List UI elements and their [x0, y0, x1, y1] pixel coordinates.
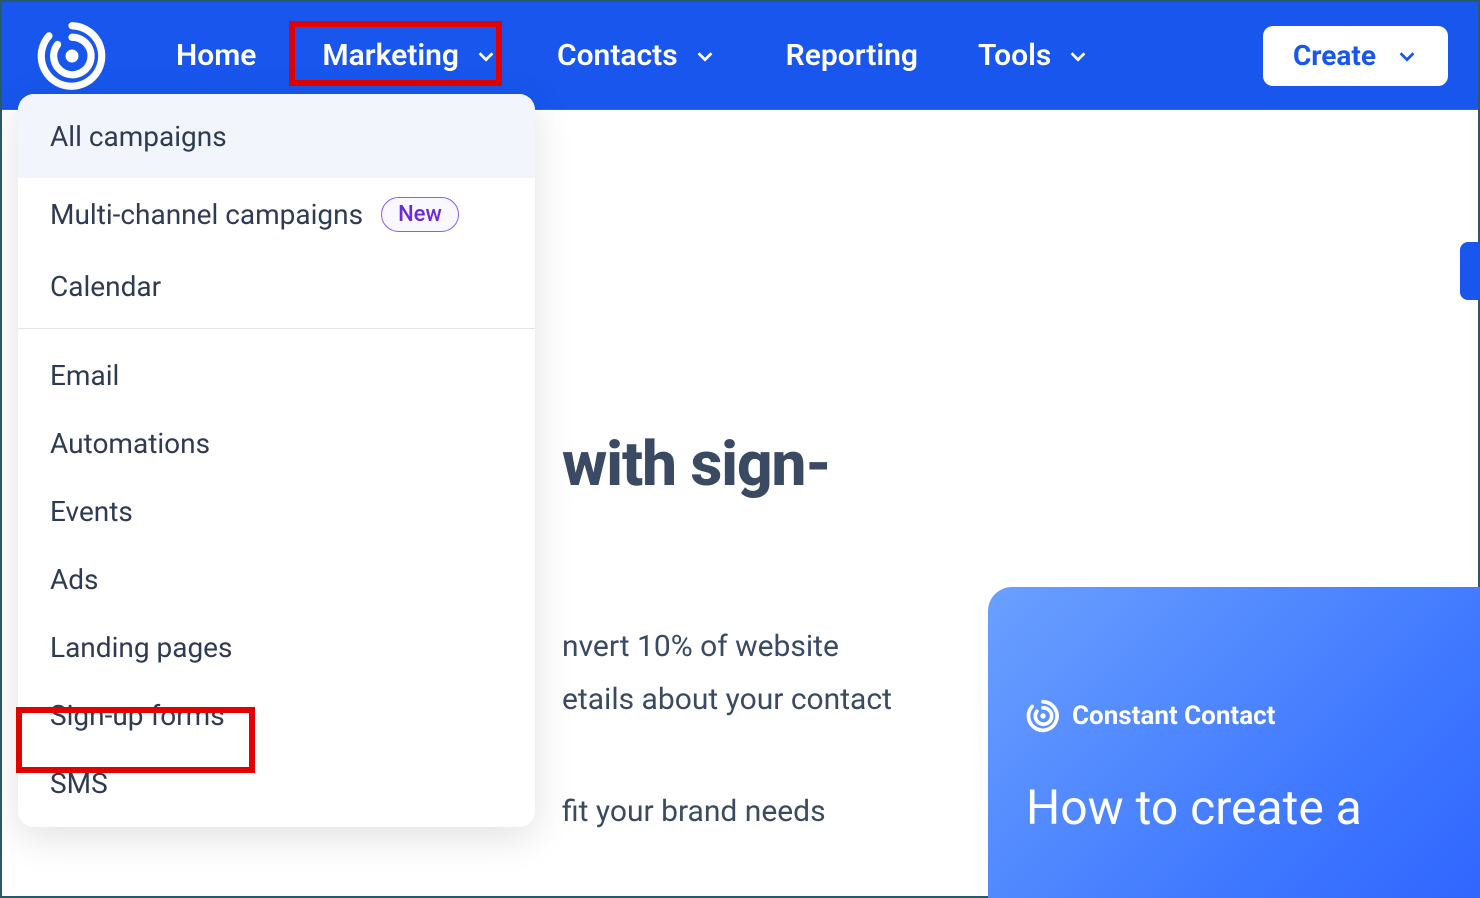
chevron-down-icon: [475, 45, 497, 67]
promo-card[interactable]: Constant Contact How to create a: [988, 587, 1480, 898]
primary-nav: Home Marketing Contacts Reporting Tools: [152, 20, 1119, 91]
dd-calendar[interactable]: Calendar: [18, 250, 535, 322]
promo-title: How to create a: [1026, 779, 1480, 836]
dd-all-campaigns[interactable]: All campaigns: [18, 94, 535, 178]
create-button-label: Create: [1293, 39, 1376, 72]
nav-contacts[interactable]: Contacts: [527, 20, 746, 91]
dropdown-divider: [18, 328, 535, 329]
dd-signup-forms[interactable]: Sign-up forms: [18, 681, 535, 749]
dd-multi-channel[interactable]: Multi-channel campaigns New: [18, 178, 535, 250]
nav-home[interactable]: Home: [152, 20, 280, 91]
dd-events[interactable]: Events: [18, 477, 535, 545]
nav-contacts-label: Contacts: [557, 38, 678, 73]
dd-label: Ads: [50, 563, 99, 596]
chevron-down-icon: [1067, 45, 1089, 67]
dd-automations[interactable]: Automations: [18, 409, 535, 477]
nav-marketing[interactable]: Marketing: [292, 20, 527, 91]
dd-label: Multi-channel campaigns: [50, 198, 363, 231]
dd-label: Calendar: [50, 270, 161, 303]
dd-label: Automations: [50, 427, 210, 460]
dd-label: All campaigns: [50, 120, 227, 153]
dd-label: Events: [50, 495, 133, 528]
brand-logo[interactable]: [30, 20, 114, 92]
page-heading-fragment: with sign-: [562, 428, 1478, 501]
brand-icon: [1026, 699, 1060, 733]
marketing-dropdown: All campaigns Multi-channel campaigns Ne…: [18, 94, 535, 827]
nav-tools-label: Tools: [978, 38, 1051, 73]
dd-email[interactable]: Email: [18, 341, 535, 409]
dd-label: Email: [50, 359, 119, 392]
chevron-down-icon: [1396, 45, 1418, 67]
dd-ads[interactable]: Ads: [18, 545, 535, 613]
nav-marketing-label: Marketing: [322, 38, 459, 73]
chevron-down-icon: [694, 45, 716, 67]
dd-label: Sign-up forms: [50, 699, 225, 732]
side-tab[interactable]: [1460, 242, 1480, 300]
create-button[interactable]: Create: [1263, 26, 1448, 86]
nav-reporting[interactable]: Reporting: [756, 20, 948, 91]
nav-tools[interactable]: Tools: [948, 20, 1119, 91]
promo-brand-label: Constant Contact: [1072, 701, 1275, 731]
promo-brand: Constant Contact: [1026, 699, 1480, 733]
dd-label: Landing pages: [50, 631, 232, 664]
dd-landing-pages[interactable]: Landing pages: [18, 613, 535, 681]
new-badge: New: [381, 197, 459, 232]
dd-sms[interactable]: SMS: [18, 749, 535, 817]
dd-label: SMS: [50, 767, 108, 800]
